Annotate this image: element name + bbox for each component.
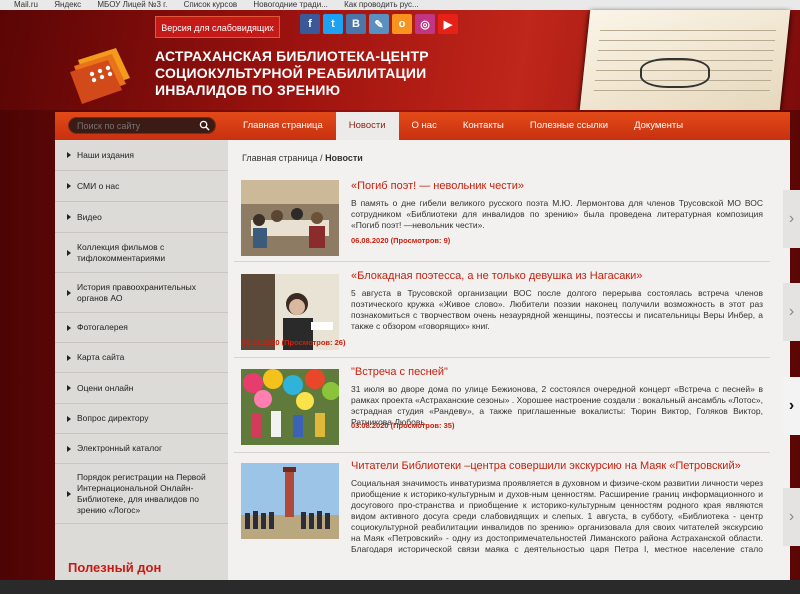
breadcrumb-current: Новости [325, 153, 363, 163]
site-title-line-1: АСТРАХАНСКАЯ БИБЛИОТЕКА-ЦЕНТР [155, 48, 429, 64]
news-photo-concert[interactable] [241, 369, 339, 445]
sidebar-item-history[interactable]: История правоохранительных органов АО [55, 273, 228, 313]
tab-about[interactable]: О нас [399, 112, 450, 140]
browser-bookmarks-bar: Mail.ru Яндекс МБОУ Лицей №3 г. Список к… [0, 0, 800, 10]
bookmark-lyceum[interactable]: МБОУ Лицей №3 г. [97, 0, 167, 10]
bookmark-courses[interactable]: Список курсов [184, 0, 238, 10]
news-text: В память о дне гибели великого русского … [351, 198, 763, 230]
news-meta: 03.08.2020 (Просмотров: 35) [351, 421, 455, 430]
site-title-line-2: СОЦИОКУЛЬТУРНОЙ РЕАБИЛИТАЦИИ [155, 65, 427, 81]
bookmark-yandex[interactable]: Яндекс [54, 0, 81, 10]
library-logo-icon[interactable] [70, 38, 140, 104]
news-title[interactable]: "Встреча с песней" [351, 366, 448, 378]
breadcrumb: Главная страница / Новости [242, 153, 363, 163]
search-input[interactable] [77, 119, 195, 132]
sidebar-item-ask-director[interactable]: Вопрос директору [55, 404, 228, 434]
twitter-icon[interactable]: t [323, 14, 343, 34]
sidebar-item-catalog[interactable]: Электронный каталог [55, 434, 228, 464]
site-title-line-3: ИНВАЛИДОВ ПО ЗРЕНИЮ [155, 82, 341, 98]
news-text-part-1: Социальная значимость инватуризма проявл… [351, 478, 763, 553]
sidebar-block-title: Полезный дон [68, 560, 162, 575]
screen: Mail.ru Яндекс МБОУ Лицей №3 г. Список к… [0, 0, 800, 594]
news-photo-meeting[interactable] [241, 180, 339, 256]
news-meta: 05.08.2020 (Просмотров: 26) [242, 338, 346, 347]
next-arrow-icon[interactable]: › [783, 190, 800, 248]
odnoklassniki-icon[interactable]: о [392, 14, 412, 34]
bookmark-mail[interactable]: Mail.ru [14, 0, 38, 10]
instagram-icon[interactable]: ◎ [415, 14, 435, 34]
tab-contacts[interactable]: Контакты [450, 112, 517, 140]
livejournal-icon[interactable]: ✎ [369, 14, 389, 34]
sidebar-item-rate[interactable]: Оцени онлайн [55, 373, 228, 404]
tab-news[interactable]: Новости [335, 112, 399, 140]
breadcrumb-separator: / [317, 153, 326, 163]
search-icon[interactable] [199, 120, 210, 131]
next-arrow-icon[interactable]: › [783, 488, 800, 546]
vk-icon[interactable]: В [346, 14, 366, 34]
news-meta: 06.08.2020 (Просмотров: 9) [351, 236, 451, 245]
sidebar-item-films[interactable]: Коллекция фильмов с тифлокомментариями [55, 233, 228, 273]
site-title[interactable]: АСТРАХАНСКАЯ БИБЛИОТЕКА-ЦЕНТР СОЦИОКУЛЬТ… [155, 48, 429, 99]
bookmark-russian[interactable]: Как проводить рус... [344, 0, 419, 10]
sidebar-item-video[interactable]: Видео [55, 202, 228, 233]
news-item: Читатели Библиотеки –центра совершили эк… [234, 453, 770, 580]
news-title[interactable]: Читатели Библиотеки –центра совершили эк… [351, 460, 741, 472]
monitor-bezel [0, 580, 800, 594]
sidebar-item-gallery[interactable]: Фотогалерея [55, 313, 228, 343]
news-item: "Встреча с песней" 31 июля во дворе дома… [234, 358, 770, 453]
next-arrow-icon[interactable]: › [783, 377, 800, 435]
news-item: «Погиб поэт! — невольник чести» В память… [234, 172, 770, 262]
glasses-decoration [640, 58, 710, 88]
tab-documents[interactable]: Документы [621, 112, 696, 140]
low-vision-version-button[interactable]: Версия для слабовидящих [155, 16, 280, 38]
sidebar-item-registration[interactable]: Порядок регистрации на Первой Интернацио… [55, 464, 228, 524]
news-title[interactable]: «Блокадная поэтесса, а не только девушка… [351, 270, 642, 282]
news-text: 5 августа в Трусовской организации ВОС п… [351, 288, 763, 331]
sidebar-item-sitemap[interactable]: Карта сайта [55, 343, 228, 373]
social-links: f t В ✎ о ◎ ▶ [300, 14, 458, 34]
news-item: «Блокадная поэтесса, а не только девушка… [234, 262, 770, 358]
next-arrow-icon[interactable]: › [783, 283, 800, 341]
facebook-icon[interactable]: f [300, 14, 320, 34]
sidebar-item-publications[interactable]: Наши издания [55, 140, 228, 171]
tab-home[interactable]: Главная страница [230, 112, 336, 140]
site-search [68, 117, 216, 134]
news-title[interactable]: «Погиб поэт! — невольник чести» [351, 180, 524, 192]
sidebar-item-media[interactable]: СМИ о нас [55, 171, 228, 202]
bookmark-newyear[interactable]: Новогодние тради... [253, 0, 327, 10]
news-photo-lighthouse[interactable] [241, 463, 339, 539]
site-header: Версия для слабовидящих f t В ✎ о ◎ ▶ АСТРАХАН… [0, 10, 800, 110]
youtube-icon[interactable]: ▶ [438, 14, 458, 34]
top-menu: Главная страница Новости О нас Контакты … [230, 112, 696, 140]
news-text: Социальная значимость инватуризма проявл… [351, 478, 763, 553]
tab-useful-links[interactable]: Полезные ссылки [517, 112, 621, 140]
breadcrumb-home[interactable]: Главная страница [242, 153, 318, 163]
sidebar: Наши издания СМИ о нас Видео Коллекция ф… [55, 140, 228, 594]
